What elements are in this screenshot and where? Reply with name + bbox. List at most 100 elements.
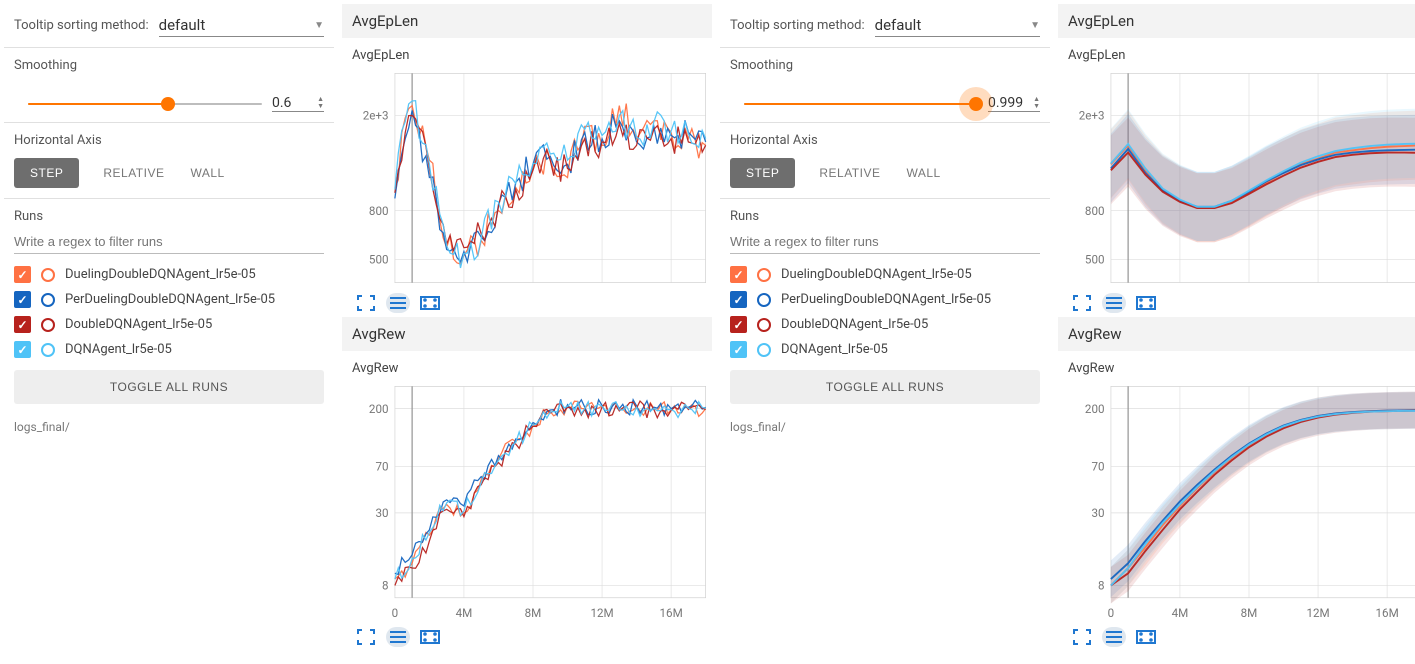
run-item[interactable]: ✓ DoubleDQNAgent_lr5e-05: [730, 312, 1040, 337]
horizontal-axis-label: Horizontal Axis: [14, 133, 324, 148]
expand-icon[interactable]: [354, 627, 378, 647]
svg-text:0: 0: [1108, 606, 1115, 620]
tooltip-sort-select[interactable]: default ▼: [875, 14, 1040, 37]
expand-icon[interactable]: [1070, 293, 1094, 313]
stepper-down-icon[interactable]: ▼: [1033, 103, 1040, 110]
run-item[interactable]: ✓ DuelingDoubleDQNAgent_lr5e-05: [14, 262, 324, 287]
expand-icon[interactable]: [354, 293, 378, 313]
run-checkbox[interactable]: ✓: [14, 291, 31, 308]
run-color-ring-icon: [757, 293, 771, 307]
tooltip-sort-value: default: [159, 16, 206, 34]
box-mode-icon[interactable]: [418, 627, 442, 647]
smoothing-value-input[interactable]: 0.6 ▲▼: [272, 95, 324, 112]
line-mode-icon[interactable]: [1102, 627, 1126, 647]
smoothing-slider[interactable]: [28, 103, 262, 105]
line-mode-icon[interactable]: [386, 293, 410, 313]
axis-relative-button[interactable]: RELATIVE: [817, 158, 882, 188]
run-color-ring-icon: [41, 293, 55, 307]
svg-text:30: 30: [1091, 506, 1104, 520]
run-checkbox[interactable]: ✓: [730, 266, 747, 283]
expand-icon[interactable]: [1070, 627, 1094, 647]
chart-title: AvgEpLen: [1058, 44, 1415, 67]
chart-title: AvgEpLen: [342, 44, 712, 67]
run-checkbox[interactable]: ✓: [730, 341, 747, 358]
svg-text:4M: 4M: [456, 606, 473, 620]
run-color-ring-icon: [757, 268, 771, 282]
run-checkbox[interactable]: ✓: [14, 341, 31, 358]
run-checkbox[interactable]: ✓: [730, 316, 747, 333]
run-checkbox[interactable]: ✓: [14, 266, 31, 283]
smoothing-slider[interactable]: [744, 103, 978, 105]
run-item[interactable]: ✓ DQNAgent_lr5e-05: [730, 337, 1040, 362]
run-color-ring-icon: [757, 343, 771, 357]
toggle-all-runs-button[interactable]: TOGGLE ALL RUNS: [14, 370, 324, 404]
run-checkbox[interactable]: ✓: [730, 291, 747, 308]
tooltip-sort-label: Tooltip sorting method:: [730, 18, 865, 33]
chart-title: AvgRew: [1058, 357, 1415, 380]
svg-text:70: 70: [375, 460, 388, 474]
chevron-down-icon: ▼: [314, 20, 324, 31]
run-name: DoubleDQNAgent_lr5e-05: [781, 317, 928, 332]
tooltip-sort-select[interactable]: default ▼: [159, 14, 324, 37]
svg-text:16M: 16M: [660, 606, 683, 620]
stepper-down-icon[interactable]: ▼: [317, 103, 324, 110]
runs-filter-input[interactable]: [730, 230, 1040, 254]
box-mode-icon[interactable]: [1134, 627, 1158, 647]
smoothing-label: Smoothing: [14, 58, 324, 73]
box-mode-icon[interactable]: [418, 293, 442, 313]
svg-text:8M: 8M: [1241, 606, 1258, 620]
svg-text:12M: 12M: [1306, 606, 1329, 620]
runs-label: Runs: [14, 209, 324, 224]
chart-title: AvgRew: [342, 357, 712, 380]
svg-text:4M: 4M: [1172, 606, 1189, 620]
run-item[interactable]: ✓ DQNAgent_lr5e-05: [14, 337, 324, 362]
axis-wall-button[interactable]: WALL: [188, 158, 226, 188]
svg-text:800: 800: [369, 204, 389, 218]
section-header-rew[interactable]: AvgRew: [342, 317, 712, 351]
svg-text:70: 70: [1091, 460, 1104, 474]
run-color-ring-icon: [41, 318, 55, 332]
svg-text:500: 500: [1085, 253, 1105, 267]
logdir-path: logs_final/: [4, 414, 334, 440]
svg-text:16M: 16M: [1376, 606, 1399, 620]
svg-text:800: 800: [1085, 204, 1105, 218]
smoothing-value-input[interactable]: 0.999 ▲▼: [988, 95, 1040, 112]
run-name: DoubleDQNAgent_lr5e-05: [65, 317, 212, 332]
svg-text:200: 200: [1085, 402, 1105, 416]
toggle-all-runs-button[interactable]: TOGGLE ALL RUNS: [730, 370, 1040, 404]
runs-filter-input[interactable]: [14, 230, 324, 254]
run-item[interactable]: ✓ PerDuelingDoubleDQNAgent_lr5e-05: [14, 287, 324, 312]
run-name: PerDuelingDoubleDQNAgent_lr5e-05: [65, 292, 275, 307]
section-header-eplen[interactable]: AvgEpLen: [1058, 4, 1415, 38]
svg-text:12M: 12M: [590, 606, 613, 620]
svg-text:8: 8: [1098, 579, 1105, 593]
horizontal-axis-label: Horizontal Axis: [730, 133, 1040, 148]
axis-relative-button[interactable]: RELATIVE: [101, 158, 166, 188]
smoothing-label: Smoothing: [730, 58, 1040, 73]
run-name: PerDuelingDoubleDQNAgent_lr5e-05: [781, 292, 991, 307]
run-item[interactable]: ✓ DoubleDQNAgent_lr5e-05: [14, 312, 324, 337]
box-mode-icon[interactable]: [1134, 293, 1158, 313]
runs-label: Runs: [730, 209, 1040, 224]
tooltip-sort-label: Tooltip sorting method:: [14, 18, 149, 33]
line-mode-icon[interactable]: [1102, 293, 1126, 313]
axis-step-button[interactable]: STEP: [730, 158, 795, 188]
run-checkbox[interactable]: ✓: [14, 316, 31, 333]
chevron-down-icon: ▼: [1030, 20, 1040, 31]
run-color-ring-icon: [757, 318, 771, 332]
run-item[interactable]: ✓ PerDuelingDoubleDQNAgent_lr5e-05: [730, 287, 1040, 312]
run-name: DQNAgent_lr5e-05: [65, 342, 172, 357]
svg-text:8M: 8M: [525, 606, 542, 620]
smoothing-value: 0.6: [272, 95, 317, 111]
run-color-ring-icon: [41, 268, 55, 282]
line-mode-icon[interactable]: [386, 627, 410, 647]
run-name: DuelingDoubleDQNAgent_lr5e-05: [781, 267, 972, 282]
section-header-rew[interactable]: AvgRew: [1058, 317, 1415, 351]
svg-text:500: 500: [369, 253, 389, 267]
run-item[interactable]: ✓ DuelingDoubleDQNAgent_lr5e-05: [730, 262, 1040, 287]
axis-step-button[interactable]: STEP: [14, 158, 79, 188]
section-header-eplen[interactable]: AvgEpLen: [342, 4, 712, 38]
tooltip-sort-value: default: [875, 16, 922, 34]
run-name: DQNAgent_lr5e-05: [781, 342, 888, 357]
axis-wall-button[interactable]: WALL: [904, 158, 942, 188]
